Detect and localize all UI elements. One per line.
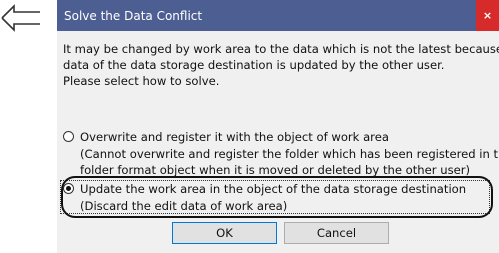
conflict-dialog: Solve the Data Conflict × It may be chan… (57, 0, 499, 253)
cancel-button[interactable]: Cancel (284, 222, 389, 244)
update-radio[interactable] (63, 183, 74, 194)
option-overwrite[interactable]: Overwrite and register it with the objec… (63, 129, 499, 179)
dialog-message: It may be changed by work area to the da… (63, 41, 499, 89)
cancel-label: Cancel (316, 226, 357, 240)
dialog-titlebar: Solve the Data Conflict (57, 0, 499, 31)
ok-label: OK (216, 226, 233, 240)
message-line: data of the data storage destination is … (63, 58, 445, 72)
option-overwrite-line: (Cannot overwrite and register the folde… (80, 146, 499, 161)
option-overwrite-line: folder format object when it is moved or… (80, 163, 471, 177)
dialog-title: Solve the Data Conflict (64, 8, 203, 23)
option-update-line: Update the work area in the object of th… (80, 182, 467, 196)
option-update-line: (Discard the edit data of work area) (80, 198, 288, 213)
ok-button[interactable]: OK (172, 222, 277, 244)
message-line: Please select how to solve. (63, 74, 220, 88)
option-update[interactable]: Update the work area in the object of th… (63, 181, 466, 214)
close-button[interactable]: × (476, 0, 499, 31)
message-line: It may be changed by work area to the da… (63, 42, 499, 56)
pointer-arrow-icon (1, 4, 40, 32)
close-icon: × (482, 9, 493, 22)
overwrite-radio[interactable] (63, 131, 74, 142)
option-overwrite-line: Overwrite and register it with the objec… (80, 130, 389, 144)
